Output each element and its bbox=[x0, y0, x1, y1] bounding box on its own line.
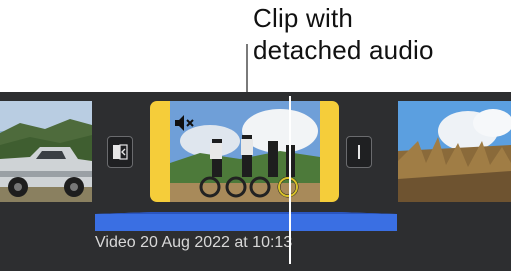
transition-button-right[interactable] bbox=[346, 136, 372, 168]
callout-label: Clip with detached audio bbox=[253, 2, 434, 66]
clip-title: Video 20 Aug 2022 at 10:13 bbox=[95, 234, 293, 251]
transition-icon bbox=[113, 144, 128, 160]
callout-line-1: Clip with bbox=[253, 3, 354, 33]
transition-button-left[interactable] bbox=[107, 136, 133, 168]
callout-line-2: detached audio bbox=[253, 35, 434, 65]
speaker-muted-icon bbox=[173, 113, 195, 133]
clip-right-thumbnail[interactable] bbox=[398, 101, 511, 202]
detached-audio-clip[interactable] bbox=[95, 212, 397, 231]
clip-left-thumbnail[interactable] bbox=[0, 101, 92, 202]
transition-icon bbox=[358, 145, 360, 159]
playhead[interactable] bbox=[289, 96, 291, 264]
